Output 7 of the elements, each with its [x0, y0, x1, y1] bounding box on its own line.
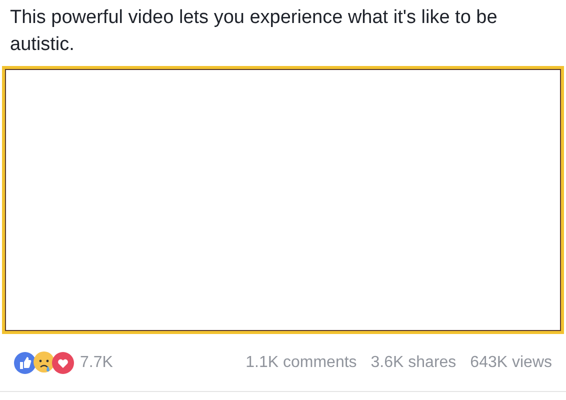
comments-count[interactable]: 1.1K comments — [246, 350, 357, 374]
reactions-count[interactable]: 7.7K — [80, 350, 113, 374]
shares-count[interactable]: 3.6K shares — [370, 350, 456, 374]
views-count: 643K views — [470, 352, 552, 372]
post-text: This powerful video lets you experience what it's like to be autistic. — [9, 6, 498, 57]
like-icon — [14, 352, 36, 374]
sad-face-icon — [33, 350, 55, 374]
